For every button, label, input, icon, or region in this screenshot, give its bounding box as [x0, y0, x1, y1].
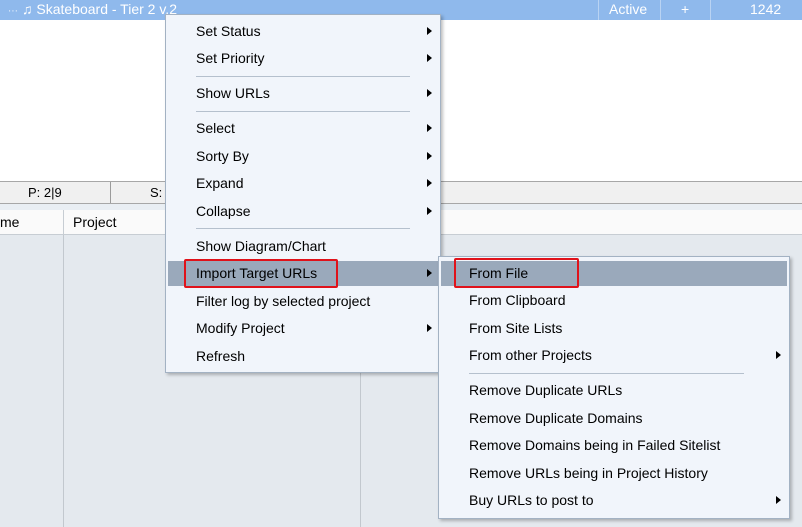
status-p: P: 2|9 [28, 185, 62, 200]
annotation-highlight-import [184, 259, 338, 288]
project-status: Active [609, 1, 648, 17]
tree-connector-icon: ⋯ [8, 6, 18, 17]
submenu-item-buy-urls[interactable]: Buy URLs to post to [441, 488, 787, 513]
chevron-right-icon [776, 496, 781, 504]
menu-item-refresh[interactable]: Refresh [168, 344, 438, 369]
status-s: S: [150, 185, 163, 200]
column-divider [710, 0, 711, 20]
submenu-item-from-other-projects[interactable]: From other Projects [441, 343, 787, 368]
menu-item-collapse[interactable]: Collapse [168, 199, 438, 224]
submenu-item-remove-duplicate-domains[interactable]: Remove Duplicate Domains [441, 406, 787, 431]
chevron-right-icon [427, 124, 432, 132]
column-divider [660, 0, 661, 20]
menu-separator [196, 228, 410, 229]
chevron-right-icon [427, 89, 432, 97]
menu-item-modify-project[interactable]: Modify Project [168, 316, 438, 341]
chevron-right-icon [776, 351, 781, 359]
column-header-name[interactable]: me [0, 214, 19, 230]
menu-item-set-status[interactable]: Set Status [168, 19, 438, 44]
menu-item-show-diagram-chart[interactable]: Show Diagram/Chart [168, 234, 438, 259]
menu-item-set-priority[interactable]: Set Priority [168, 46, 438, 71]
menu-separator [469, 373, 744, 374]
project-title: ⋯ ♫ Skateboard - Tier 2 v.2 [8, 1, 177, 17]
chevron-right-icon [427, 27, 432, 35]
submenu-item-remove-duplicate-urls[interactable]: Remove Duplicate URLs [441, 378, 787, 403]
grid-column-line [63, 235, 64, 527]
annotation-highlight-from-file [454, 258, 579, 288]
menu-item-sort-by[interactable]: Sorty By [168, 144, 438, 169]
submenu-item-remove-history-urls[interactable]: Remove URLs being in Project History [441, 461, 787, 486]
menu-separator [196, 76, 410, 77]
import-submenu: From File From Clipboard From Site Lists… [438, 256, 790, 519]
submenu-item-remove-failed-domains[interactable]: Remove Domains being in Failed Sitelist [441, 433, 787, 458]
column-divider [598, 0, 599, 20]
chevron-right-icon [427, 324, 432, 332]
chevron-right-icon [427, 152, 432, 160]
column-divider[interactable] [63, 210, 64, 235]
chevron-right-icon [427, 179, 432, 187]
context-menu: Set Status Set Priority Show URLs Select… [165, 14, 441, 373]
status-divider [110, 182, 111, 203]
submenu-item-from-clipboard[interactable]: From Clipboard [441, 288, 787, 313]
chevron-right-icon [427, 207, 432, 215]
project-count: 1242 [750, 1, 782, 17]
submenu-item-from-site-lists[interactable]: From Site Lists [441, 316, 787, 341]
menu-item-expand[interactable]: Expand [168, 171, 438, 196]
project-plus: + [681, 1, 690, 17]
menu-item-select[interactable]: Select [168, 116, 438, 141]
chevron-right-icon [427, 54, 432, 62]
menu-item-filter-log[interactable]: Filter log by selected project [168, 289, 438, 314]
menu-separator [196, 111, 410, 112]
chevron-right-icon [427, 269, 432, 277]
menu-item-show-urls[interactable]: Show URLs [168, 81, 438, 106]
column-header-project[interactable]: Project [73, 214, 117, 230]
